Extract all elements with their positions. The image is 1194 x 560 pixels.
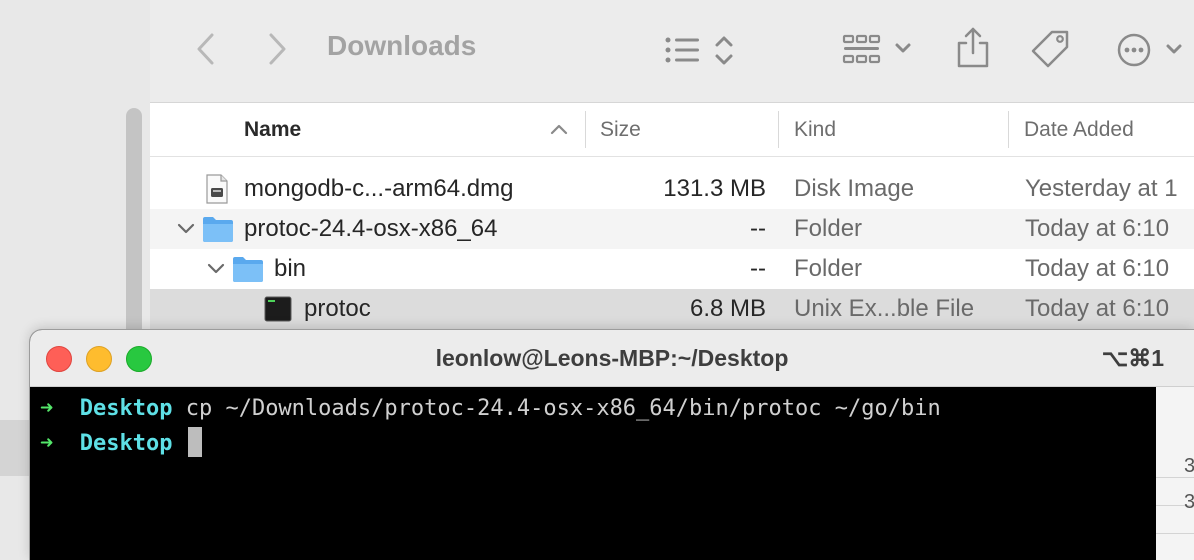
file-date-added: Yesterday at 1 (1025, 175, 1178, 202)
file-row[interactable]: mongodb-c...-arm64.dmg 131.3 MB Disk Ima… (150, 169, 1194, 209)
file-name: mongodb-c...-arm64.dmg (244, 175, 514, 202)
column-header-bar: Name Size Kind Date Added (150, 103, 1194, 157)
column-divider[interactable] (1008, 111, 1009, 148)
terminal-command: cp ~/Downloads/protoc-24.4-osx-x86_64/bi… (185, 396, 941, 421)
file-name: bin (274, 255, 307, 282)
terminal-titlebar[interactable]: leonlow@Leons-MBP:~/Desktop ⌥⌘1 (30, 330, 1194, 387)
file-date-added: Today at 6:10 (1025, 255, 1170, 282)
disclosure-expanded-icon[interactable] (176, 209, 196, 249)
terminal-line: ➜ Desktop cp ~/Downloads/protoc-24.4-osx… (40, 393, 941, 425)
file-kind: Folder (794, 255, 863, 282)
column-divider[interactable] (778, 111, 779, 148)
terminal-shortcut: ⌥⌘1 (1101, 345, 1164, 371)
file-size: 131.3 MB (663, 175, 766, 202)
file-size: -- (750, 255, 766, 282)
file-row[interactable]: protoc-24.4-osx-x86_64 -- Folder Today a… (150, 209, 1194, 249)
disk-image-icon (206, 174, 228, 204)
finder-toolbar: Downloads (150, 0, 1194, 103)
share-icon[interactable] (956, 26, 990, 68)
prompt-arrow: ➜ (40, 396, 54, 421)
sort-ascending-icon[interactable] (550, 123, 568, 135)
tag-icon[interactable] (1030, 28, 1072, 70)
terminal-cursor (187, 427, 202, 457)
prompt-directory: Desktop (79, 396, 173, 421)
column-divider[interactable] (585, 111, 586, 148)
terminal-window[interactable]: leonlow@Leons-MBP:~/Desktop ⌥⌘1 ➜ Deskto… (30, 330, 1194, 560)
file-row-selected[interactable]: protoc 6.8 MB Unix Ex...ble File Today a… (150, 289, 1194, 329)
forward-icon[interactable] (265, 32, 289, 66)
unix-executable-icon (264, 296, 292, 322)
file-kind: Disk Image (794, 175, 915, 202)
more-actions-icon[interactable] (1116, 32, 1188, 68)
group-by-icon[interactable] (842, 32, 914, 68)
terminal-side-strip: 3 3 (1156, 387, 1194, 560)
file-size: -- (750, 215, 766, 242)
column-size[interactable]: Size (600, 103, 641, 156)
prompt-arrow: ➜ (40, 431, 54, 456)
partial-text: 3 (1184, 455, 1194, 477)
prompt-directory: Desktop (79, 431, 173, 456)
column-kind[interactable]: Kind (794, 103, 836, 156)
folder-icon (203, 217, 233, 242)
file-date-added: Today at 6:10 (1025, 295, 1170, 322)
partial-text: 3 (1184, 491, 1194, 513)
window-title: Downloads (327, 30, 477, 61)
sidebar-scrollbar[interactable] (126, 108, 142, 348)
file-size: 6.8 MB (689, 295, 766, 322)
file-name: protoc-24.4-osx-x86_64 (244, 215, 498, 242)
terminal-content[interactable]: ➜ Desktop cp ~/Downloads/protoc-24.4-osx… (30, 387, 1156, 560)
terminal-title: leonlow@Leons-MBP:~/Desktop (435, 345, 789, 371)
divider (1156, 533, 1194, 534)
folder-icon (233, 257, 263, 282)
disclosure-expanded-icon[interactable] (206, 249, 226, 289)
column-date-added[interactable]: Date Added (1024, 103, 1134, 156)
file-kind: Folder (794, 215, 863, 242)
file-kind: Unix Ex...ble File (794, 295, 975, 322)
file-row[interactable]: bin -- Folder Today at 6:10 (150, 249, 1194, 289)
column-name[interactable]: Name (244, 103, 301, 156)
list-view-icon[interactable] (664, 34, 734, 68)
file-date-added: Today at 6:10 (1025, 215, 1170, 242)
terminal-line: ➜ Desktop (40, 427, 202, 459)
back-icon[interactable] (194, 32, 218, 66)
file-name: protoc (304, 295, 371, 322)
